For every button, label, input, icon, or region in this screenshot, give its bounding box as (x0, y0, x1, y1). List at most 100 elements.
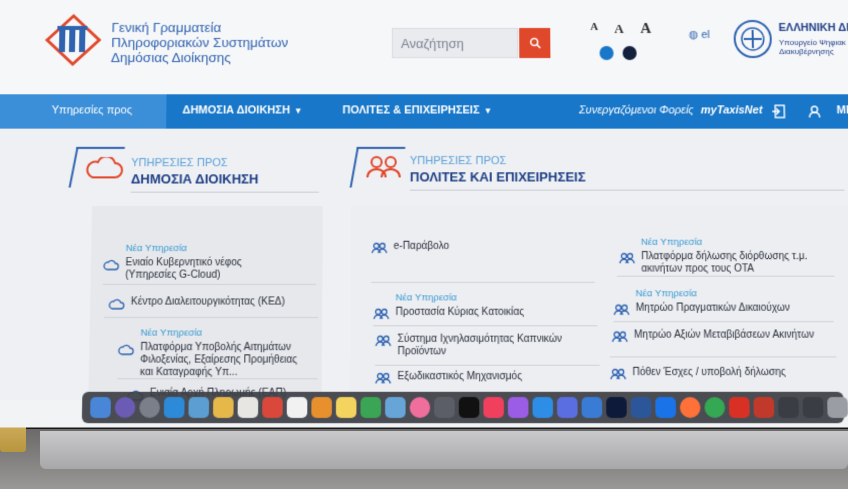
reminders-icon[interactable] (286, 397, 308, 418)
nav-services-for[interactable]: Υπηρεσίες προς (0, 94, 167, 129)
photoshop-icon[interactable] (606, 397, 627, 418)
font-size-large-button[interactable]: A (640, 21, 651, 38)
list-item[interactable]: Κέντρο Διαλειτουργικότητας (ΚΕΔ) (108, 296, 322, 309)
list-divider (613, 321, 834, 323)
cloud-icon (118, 343, 135, 355)
list-item[interactable]: Μητρώο Αξιών Μεταβιβάσεων Ακινήτων (612, 329, 843, 342)
photos-icon[interactable] (409, 397, 431, 418)
music-icon[interactable] (483, 397, 504, 418)
ministry-subtitle: Υπουργείο Ψηφιακ Διακυβέρνησης (779, 38, 846, 56)
list-item[interactable]: Νέα Υπηρεσία Πλατφόρμα Υποβολής Αιτημάτω… (117, 327, 322, 379)
pages-icon[interactable] (581, 397, 603, 418)
calendar-icon[interactable] (237, 397, 259, 418)
safari-icon[interactable] (655, 397, 676, 418)
service-name: Εξωδικαστικός Μηχανισμός (397, 370, 523, 383)
service-name: Σύστημα Ιχνηλασιμότητας Καπνικών (397, 333, 563, 345)
nav-citizens-business[interactable]: ΠΟΛΙΤΕΣ & ΕΠΙΧΕΙΡΗΣΕΙΣ ▾ (342, 104, 490, 116)
podcasts-icon[interactable] (507, 397, 529, 418)
org-name-line3: Δημόσιας Διοίκησης (110, 50, 232, 66)
services-content: ΥΠΗΡΕΣΙΕΣ ΠΡΟΣ ΔΗΜΟΣΙΑ ΔΙΟΙΚΗΣΗ ΥΠΗΡΕΣΙΕ… (0, 128, 848, 401)
service-name: Ενιαίο Κυβερνητικό νέφος (125, 257, 242, 269)
search-button[interactable] (519, 27, 551, 59)
keynote-icon[interactable] (557, 397, 578, 418)
font-size-small-button[interactable]: A (590, 21, 598, 33)
cloud-icon (103, 258, 119, 270)
search-input[interactable]: Αναζήτηση (391, 27, 519, 59)
books-icon[interactable] (311, 397, 332, 418)
org-name-line1: Γενική Γραμματεία (111, 19, 222, 35)
list-item[interactable]: Πόθεν Έσχες / υποβολή δήλωσης (610, 367, 845, 381)
section-title[interactable]: ΔΗΜΟΣΙΑ ΔΙΟΙΚΗΣΗ (131, 171, 259, 186)
font-size-medium-button[interactable]: A (614, 21, 624, 37)
chevron-down-icon: ▾ (295, 105, 301, 116)
laptop-base (40, 431, 848, 469)
list-item[interactable]: Νέα Υπηρεσία Ενιαίο Κυβερνητικό νέφος (Υ… (103, 243, 317, 282)
service-name: e-Παράβολο (393, 240, 450, 253)
nav-public-admin[interactable]: ΔΗΜΟΣΙΑ ΔΙΟΙΚΗΣΗ ▾ (182, 104, 300, 116)
list-divider (371, 281, 595, 283)
siri-icon[interactable] (114, 397, 136, 418)
globe-icon: ◍ (688, 28, 699, 41)
chrome-icon[interactable] (704, 397, 726, 418)
nav-menu[interactable]: ΜΕ (836, 104, 848, 116)
list-divider (374, 364, 600, 366)
people-icon (373, 308, 389, 320)
main-nav: Υπηρεσίες προς ΔΗΜΟΣΙΑ ΔΙΟΙΚΗΣΗ ▾ ΠΟΛΙΤΕΣ… (0, 94, 848, 129)
nav-mytaxisnet[interactable]: myTaxisNet (701, 104, 763, 116)
preview-icon[interactable] (188, 397, 210, 418)
user-icon[interactable] (804, 101, 825, 121)
firefox-icon[interactable] (679, 397, 701, 418)
list-item[interactable]: Εξωδικαστικός Μηχανισμός (375, 371, 600, 385)
section-title[interactable]: ΠΟΛΙΤΕΣ ΚΑΙ ΕΠΙΧΕΙΡΗΣΕΙΣ (410, 169, 586, 184)
photo-booth-icon[interactable] (262, 397, 283, 418)
acrobat-icon[interactable] (753, 397, 775, 418)
people-icon (619, 252, 635, 264)
gsis-logo-icon[interactable] (42, 12, 103, 68)
service-name: Προστασία Κύριας Κατοικίας (395, 306, 525, 319)
nav-public-admin-label: ΔΗΜΟΣΙΑ ΔΙΟΙΚΗΣΗ (182, 104, 291, 117)
skype-icon[interactable] (163, 397, 185, 418)
anydesk-icon[interactable] (728, 397, 750, 418)
contrast-blue-button[interactable] (599, 46, 614, 61)
launchpad-icon[interactable] (139, 397, 161, 418)
ministry-title[interactable]: ΕΛΛΗΝΙΚΗ ΔΗ (778, 22, 848, 34)
new-service-badge: Νέα Υπηρεσία (640, 236, 703, 248)
documents-icon[interactable] (802, 397, 824, 418)
nav-partners[interactable]: Συνεργαζόμενοι Φορείς (579, 104, 694, 116)
downloads-icon[interactable] (778, 397, 799, 418)
stickies-icon[interactable] (335, 397, 357, 418)
service-name-line2: (Υπηρεσίες G-Cloud) (125, 269, 221, 281)
login-icon[interactable] (768, 101, 789, 121)
service-name-line2: ακινήτων προς τους ΟΤΑ (641, 263, 755, 275)
service-name-line2: Προϊόντων (397, 346, 447, 358)
word-icon[interactable] (630, 397, 652, 418)
list-item[interactable]: Σύστημα Ιχνηλασιμότητας Καπνικών Προϊόντ… (375, 334, 600, 359)
system-prefs-icon[interactable] (434, 397, 455, 418)
macos-dock (81, 391, 848, 424)
service-name: Πλατφόρμα δήλωσης διόρθωσης τ.μ. (641, 251, 808, 263)
trash-icon[interactable] (827, 397, 848, 418)
list-item[interactable]: e-Παράβολο (371, 241, 594, 254)
facetime-icon[interactable] (360, 397, 382, 418)
finder-icon[interactable] (90, 397, 111, 418)
list-item[interactable]: Νέα Υπηρεσία Μητρώο Πραγματικών Δικαιούχ… (613, 288, 837, 316)
section-divider (409, 189, 845, 191)
apple-tv-icon[interactable] (458, 397, 480, 418)
language-selector[interactable]: ◍ el (688, 28, 709, 41)
list-item[interactable]: Νέα Υπηρεσία Πλατφόρμα δήλωσης διόρθωσης… (619, 237, 843, 276)
notes-app-icon[interactable] (212, 397, 234, 418)
site-header: Γενική Γραμματεία Πληροφοριακών Συστημάτ… (0, 0, 848, 95)
nav-citizens-business-label: ΠΟΛΙΤΕΣ & ΕΠΙΧΕΙΡΗΣΕΙΣ (342, 104, 480, 117)
app-store-icon[interactable] (532, 397, 554, 418)
cloud-icon (84, 157, 123, 179)
maps-icon[interactable] (385, 397, 406, 418)
list-divider (617, 275, 835, 277)
contrast-dark-button[interactable] (622, 46, 637, 61)
service-name-line2: Φιλοξενίας, Εξαίρεσης Προμήθειας (140, 354, 298, 366)
people-icon (612, 330, 628, 342)
list-item[interactable]: Νέα Υπηρεσία Προστασία Κύριας Κατοικίας (373, 292, 597, 320)
language-code: el (701, 28, 710, 41)
people-icon (365, 155, 401, 179)
org-name[interactable]: Γενική Γραμματεία Πληροφοριακών Συστημάτ… (111, 20, 289, 65)
new-service-badge: Νέα Υπηρεσία (635, 288, 698, 300)
